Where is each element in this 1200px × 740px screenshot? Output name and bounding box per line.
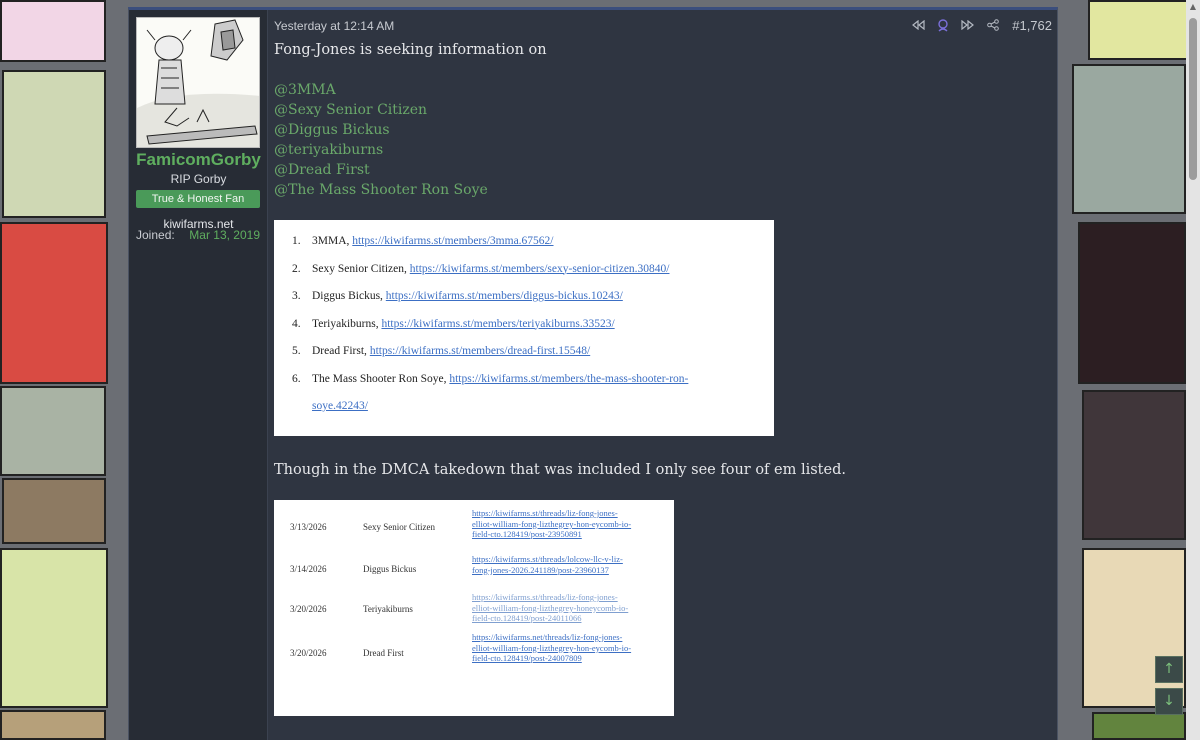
comic-tile	[1078, 222, 1186, 384]
joined-row: Joined: Mar 13, 2019	[136, 228, 260, 242]
member-url: https://kiwifarms.st/members/the-mass-sh…	[449, 372, 689, 385]
comic-tile	[1092, 712, 1186, 740]
jump-to-top-button[interactable]: ↑	[1155, 656, 1183, 683]
post-number[interactable]: #1,762	[1012, 18, 1052, 33]
mention-link[interactable]: @teriyakiburns	[274, 140, 1052, 160]
user-circle-icon[interactable]	[935, 17, 951, 33]
comic-tile	[0, 386, 106, 476]
row-url: https://kiwifarms.net/threads/liz-fong-j…	[472, 632, 632, 663]
row-name: Sexy Senior Citizen	[363, 522, 435, 532]
fast-forward-icon[interactable]	[960, 17, 976, 33]
row-url: https://kiwifarms.st/threads/lolcow-llc-…	[472, 554, 623, 575]
comic-tile	[0, 710, 106, 740]
member-url: https://kiwifarms.st/members/3mma.67562/	[352, 235, 554, 247]
share-icon[interactable]	[985, 17, 1001, 33]
rewind-icon[interactable]	[910, 17, 926, 33]
comic-tile	[0, 0, 106, 62]
post-intro-text: Fong-Jones is seeking information on	[274, 42, 547, 58]
comic-tile	[1082, 548, 1186, 708]
user-banner: True & Honest Fan	[136, 190, 260, 208]
member-url: https://kiwifarms.st/members/diggus-bick…	[385, 290, 623, 302]
member-link-list: 1. 3MMA, https://kiwifarms.st/members/3mm…	[292, 228, 756, 421]
mention-list: @3MMA @Sexy Senior Citizen @Diggus Bicku…	[274, 80, 1052, 200]
joined-value: Mar 13, 2019	[189, 228, 260, 242]
post-date[interactable]: Yesterday at 12:14 AM	[274, 19, 394, 33]
table-row: 3/14/2026 Diggus Bickus https://kiwifarm…	[274, 554, 674, 590]
list-item: 2. Sexy Senior Citizen, https://kiwifarms…	[292, 256, 756, 284]
avatar-illustration	[137, 18, 259, 147]
list-item: 4. Teriyakiburns, https://kiwifarms.st/me…	[292, 311, 756, 339]
scroll-up-arrow-icon[interactable]: ▲	[1186, 0, 1200, 14]
post-body: Fong-Jones is seeking information on @3M…	[274, 40, 1052, 716]
mention-link[interactable]: @Sexy Senior Citizen	[274, 100, 1052, 120]
list-item-continuation: soye.42243/	[292, 393, 756, 421]
comic-tile	[0, 548, 108, 708]
list-item: 5. Dread First, https://kiwifarms.st/memb…	[292, 338, 756, 366]
mention-link[interactable]: @Diggus Bickus	[274, 120, 1052, 140]
comic-tile	[1082, 390, 1186, 540]
post-user-cell: FamicomGorby RIP Gorby True & Honest Fan…	[129, 10, 268, 740]
member-url: https://kiwifarms.st/members/sexy-senior…	[409, 262, 670, 275]
page-scrollbar[interactable]: ▲	[1186, 0, 1200, 740]
list-item: 3. Diggus Bickus, https://kiwifarms.st/me…	[292, 283, 756, 311]
row-date: 3/20/2026	[290, 648, 327, 658]
mention-link[interactable]: @3MMA	[274, 80, 1052, 100]
post-followup-text: Though in the DMCA takedown that was inc…	[274, 462, 846, 478]
mention-link[interactable]: @Dread First	[274, 160, 1052, 180]
row-name: Teriyakiburns	[363, 604, 413, 614]
member-url: https://kiwifarms.st/members/dread-first…	[369, 345, 591, 357]
jump-to-bottom-button[interactable]: ↓	[1155, 688, 1183, 715]
post-actions: #1,762	[910, 17, 1052, 33]
list-item: 6. The Mass Shooter Ron Soye, https://kiw…	[292, 366, 756, 394]
username[interactable]: FamicomGorby	[129, 150, 268, 170]
post-header: Yesterday at 12:14 AM #1,762	[274, 17, 1052, 37]
attached-image-dmca-table[interactable]: 3/13/2026 Sexy Senior Citizen https://ki…	[274, 500, 674, 716]
row-date: 3/20/2026	[290, 604, 327, 614]
comic-tile	[1088, 0, 1188, 60]
joined-label: Joined:	[136, 228, 175, 242]
table-row: 3/20/2026 Dread First https://kiwifarms.…	[274, 632, 674, 682]
arrow-down-icon: ↓	[1163, 693, 1175, 709]
comic-tile	[0, 222, 108, 384]
comic-tile	[2, 70, 106, 218]
user-title: RIP Gorby	[170, 172, 227, 186]
table-row: 3/20/2026 Teriyakiburns https://kiwifarm…	[274, 592, 674, 628]
row-name: Dread First	[363, 648, 404, 658]
row-url: https://kiwifarms.st/threads/liz-fong-jo…	[472, 508, 632, 539]
member-url-continued: soye.42243/	[312, 400, 368, 412]
forum-post: FamicomGorby RIP Gorby True & Honest Fan…	[128, 7, 1058, 740]
table-row: 3/13/2026 Sexy Senior Citizen https://ki…	[274, 508, 674, 552]
member-url: https://kiwifarms.st/members/teriyakibur…	[381, 317, 615, 330]
row-name: Diggus Bickus	[363, 564, 417, 574]
list-item: 1. 3MMA, https://kiwifarms.st/members/3mm…	[292, 228, 756, 256]
mention-link[interactable]: @The Mass Shooter Ron Soye	[274, 180, 1052, 200]
row-url: https://kiwifarms.st/threads/liz-fong-jo…	[472, 592, 629, 623]
comic-tile	[1072, 64, 1186, 214]
attached-image-member-list[interactable]: 1. 3MMA, https://kiwifarms.st/members/3mm…	[274, 220, 774, 436]
scrollbar-thumb[interactable]	[1189, 18, 1197, 180]
row-date: 3/14/2026	[290, 564, 327, 574]
row-date: 3/13/2026	[290, 522, 327, 532]
avatar[interactable]	[136, 17, 260, 148]
comic-tile	[2, 478, 106, 544]
arrow-up-icon: ↑	[1163, 661, 1175, 677]
